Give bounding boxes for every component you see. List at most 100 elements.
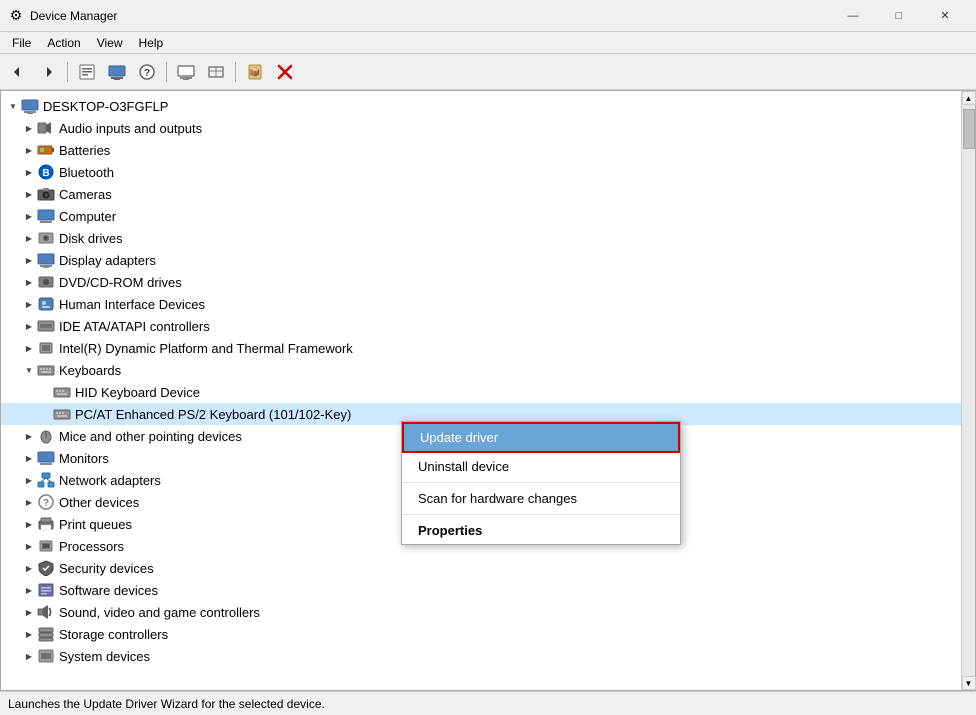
minimize-button[interactable]: — xyxy=(830,0,876,32)
tree-item-software[interactable]: ▶ Software devices xyxy=(1,579,961,601)
tree-item-disk[interactable]: ▶ Disk drives xyxy=(1,227,961,249)
context-menu-item-scan[interactable]: Scan for hardware changes xyxy=(402,485,680,512)
tree-label-software: Software devices xyxy=(59,583,158,598)
expand-arrow-cameras[interactable]: ▶ xyxy=(21,183,37,205)
tree-item-system[interactable]: ▶System devices xyxy=(1,645,961,667)
toolbar-separator-1 xyxy=(67,62,68,82)
scroll-thumb[interactable] xyxy=(963,109,975,149)
context-menu-item-update-driver[interactable]: Update driver xyxy=(402,422,680,453)
tree-item-batteries[interactable]: ▶Batteries xyxy=(1,139,961,161)
scroll-track[interactable] xyxy=(962,105,975,676)
expand-arrow-system[interactable]: ▶ xyxy=(21,645,37,667)
expand-arrow-processors[interactable]: ▶ xyxy=(21,535,37,557)
context-menu-separator xyxy=(402,514,680,515)
tree-label-print: Print queues xyxy=(59,517,132,532)
expand-arrow-root[interactable]: ▼ xyxy=(5,95,21,117)
tree-item-hid[interactable]: ▶Human Interface Devices xyxy=(1,293,961,315)
tree-item-hid-keyboard[interactable]: HID Keyboard Device xyxy=(1,381,961,403)
expand-arrow-dvd[interactable]: ▶ xyxy=(21,271,37,293)
tree-label-disk: Disk drives xyxy=(59,231,123,246)
expand-arrow-batteries[interactable]: ▶ xyxy=(21,139,37,161)
tree-icon-batteries xyxy=(37,141,55,159)
back-button[interactable] xyxy=(4,59,32,85)
expand-arrow-software[interactable]: ▶ xyxy=(21,579,37,601)
expand-arrow-disk[interactable]: ▶ xyxy=(21,227,37,249)
maximize-button[interactable]: □ xyxy=(876,0,922,32)
tree-item-intel[interactable]: ▶Intel(R) Dynamic Platform and Thermal F… xyxy=(1,337,961,359)
expand-arrow-network[interactable]: ▶ xyxy=(21,469,37,491)
expand-arrow-security[interactable]: ▶ xyxy=(21,557,37,579)
menu-file[interactable]: File xyxy=(4,34,39,52)
tree-label-display: Display adapters xyxy=(59,253,156,268)
scroll-down-arrow[interactable]: ▼ xyxy=(962,676,976,690)
context-menu-separator xyxy=(402,482,680,483)
tree-label-bluetooth: Bluetooth xyxy=(59,165,114,180)
tree-item-ide[interactable]: ▶ IDE ATA/ATAPI controllers xyxy=(1,315,961,337)
tree-item-sound[interactable]: ▶ Sound, video and game controllers xyxy=(1,601,961,623)
tree-item-audio[interactable]: ▶Audio inputs and outputs xyxy=(1,117,961,139)
tree-icon-processors xyxy=(37,537,55,555)
tree-label-sound: Sound, video and game controllers xyxy=(59,605,260,620)
vertical-scrollbar[interactable]: ▲ ▼ xyxy=(961,91,975,690)
tree-item-storage[interactable]: ▶Storage controllers xyxy=(1,623,961,645)
tree-icon-print xyxy=(37,515,55,533)
properties-toolbar-button[interactable] xyxy=(73,59,101,85)
expand-arrow-ide[interactable]: ▶ xyxy=(21,315,37,337)
tree-item-security[interactable]: ▶Security devices xyxy=(1,557,961,579)
tree-icon-monitors xyxy=(37,449,55,467)
scan-button[interactable] xyxy=(271,59,299,85)
window-controls: — □ ✕ xyxy=(830,0,968,32)
resources-button[interactable] xyxy=(202,59,230,85)
tree-icon-pcat-keyboard xyxy=(53,405,71,423)
tree-label-computer: Computer xyxy=(59,209,116,224)
expand-arrow-intel[interactable]: ▶ xyxy=(21,337,37,359)
tree-item-cameras[interactable]: ▶Cameras xyxy=(1,183,961,205)
expand-arrow-display[interactable]: ▶ xyxy=(21,249,37,271)
tree-label-processors: Processors xyxy=(59,539,124,554)
tree-icon-audio xyxy=(37,119,55,137)
title-bar: ⚙ Device Manager — □ ✕ xyxy=(0,0,976,32)
scroll-up-arrow[interactable]: ▲ xyxy=(962,91,976,105)
expand-arrow-audio[interactable]: ▶ xyxy=(21,117,37,139)
tree-label-ide: IDE ATA/ATAPI controllers xyxy=(59,319,210,334)
uninstall-toolbar-button[interactable]: 📦 xyxy=(241,59,269,85)
expand-arrow-hid[interactable]: ▶ xyxy=(21,293,37,315)
expand-arrow-print[interactable]: ▶ xyxy=(21,513,37,535)
menu-help[interactable]: Help xyxy=(131,34,172,52)
tree-item-bluetooth[interactable]: ▶ B Bluetooth xyxy=(1,161,961,183)
tree-icon-root xyxy=(21,97,39,115)
expand-arrow-keyboards[interactable]: ▼ xyxy=(21,359,37,381)
context-menu-item-properties[interactable]: Properties xyxy=(402,517,680,544)
tree-item-root[interactable]: ▼ DESKTOP-O3FGFLP xyxy=(1,95,961,117)
expand-arrow-bluetooth[interactable]: ▶ xyxy=(21,161,37,183)
tree-icon-other: ? xyxy=(37,493,55,511)
display-adapters-button[interactable] xyxy=(172,59,200,85)
tree-icon-bluetooth: B xyxy=(37,163,55,181)
tree-item-display[interactable]: ▶ Display adapters xyxy=(1,249,961,271)
tree-icon-security xyxy=(37,559,55,577)
tree-item-dvd[interactable]: ▶DVD/CD-ROM drives xyxy=(1,271,961,293)
expand-arrow-sound[interactable]: ▶ xyxy=(21,601,37,623)
close-button[interactable]: ✕ xyxy=(922,0,968,32)
update-driver-toolbar-button[interactable] xyxy=(103,59,131,85)
expand-arrow-storage[interactable]: ▶ xyxy=(21,623,37,645)
tree-label-hid-keyboard: HID Keyboard Device xyxy=(75,385,200,400)
tree-icon-mice xyxy=(37,427,55,445)
expand-arrow-mice[interactable]: ▶ xyxy=(21,425,37,447)
tree-item-keyboards[interactable]: ▼Keyboards xyxy=(1,359,961,381)
forward-button[interactable] xyxy=(34,59,62,85)
svg-text:B: B xyxy=(42,168,49,179)
tree-icon-dvd xyxy=(37,273,55,291)
menu-action[interactable]: Action xyxy=(39,34,88,52)
tree-label-root: DESKTOP-O3FGFLP xyxy=(43,99,168,114)
tree-icon-network xyxy=(37,471,55,489)
tree-label-network: Network adapters xyxy=(59,473,161,488)
expand-arrow-other[interactable]: ▶ xyxy=(21,491,37,513)
help-toolbar-button[interactable]: ? xyxy=(133,59,161,85)
context-menu-item-uninstall-device[interactable]: Uninstall device xyxy=(402,453,680,480)
expand-arrow-computer[interactable]: ▶ xyxy=(21,205,37,227)
menu-view[interactable]: View xyxy=(89,34,131,52)
device-tree[interactable]: ▼ DESKTOP-O3FGFLP ▶Audio inputs and output… xyxy=(1,91,961,690)
tree-item-computer[interactable]: ▶ Computer xyxy=(1,205,961,227)
expand-arrow-monitors[interactable]: ▶ xyxy=(21,447,37,469)
